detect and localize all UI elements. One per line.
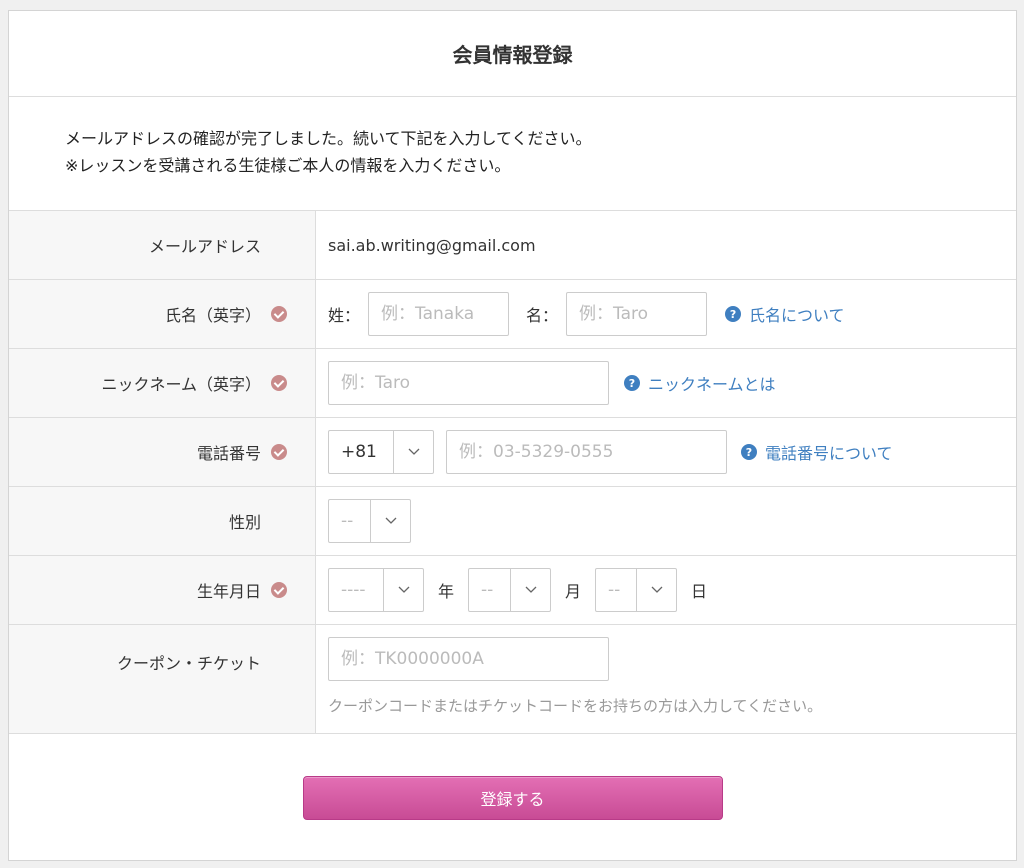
birthday-label-cell: 生年月日 bbox=[9, 556, 316, 624]
required-check-icon bbox=[271, 582, 287, 598]
email-label: メールアドレス bbox=[148, 237, 261, 256]
coupon-value-cell: クーポンコードまたはチケットコードをお持ちの方は入力してください。 bbox=[316, 625, 1016, 733]
country-code-value: +81 bbox=[341, 442, 377, 462]
name-help-link[interactable]: ? 氏名について bbox=[725, 302, 845, 326]
name-help-text: 氏名について bbox=[749, 306, 845, 325]
phone-input[interactable] bbox=[459, 442, 726, 462]
intro-message: メールアドレスの確認が完了しました。続いて下記を入力してください。 ※レッスンを… bbox=[9, 97, 1016, 210]
chevron-down-icon bbox=[393, 431, 433, 473]
phone-label-cell: 電話番号 bbox=[9, 418, 316, 486]
gender-select[interactable]: -- bbox=[328, 499, 411, 543]
required-check-icon bbox=[271, 444, 287, 460]
birth-month-value: -- bbox=[481, 580, 494, 600]
gender-row: 性別 -- bbox=[9, 487, 1016, 556]
email-row: メールアドレス sai.ab.writing@gmail.com bbox=[9, 211, 1016, 280]
email-label-cell: メールアドレス bbox=[9, 211, 316, 279]
nickname-label-cell: ニックネーム（英字） bbox=[9, 349, 316, 417]
birth-day-select[interactable]: -- bbox=[595, 568, 678, 612]
birth-day-value: -- bbox=[608, 580, 621, 600]
phone-label: 電話番号 bbox=[196, 444, 261, 463]
birthday-row: 生年月日 ---- 年 -- 月 -- 日 bbox=[9, 556, 1016, 625]
chevron-down-icon bbox=[510, 569, 550, 611]
chevron-down-icon bbox=[370, 500, 410, 542]
gender-label-cell: 性別 bbox=[9, 487, 316, 555]
coupon-label: クーポン・チケット bbox=[116, 654, 261, 673]
birthday-label: 生年月日 bbox=[196, 582, 261, 601]
last-name-input-box[interactable] bbox=[368, 292, 510, 336]
birth-year-select[interactable]: ---- bbox=[328, 568, 424, 612]
registration-form: メールアドレス sai.ab.writing@gmail.com 氏名（英字） … bbox=[9, 210, 1016, 734]
register-button[interactable]: 登録する bbox=[302, 776, 723, 820]
name-label: 氏名（英字） bbox=[164, 306, 261, 325]
registration-card: 会員情報登録 メールアドレスの確認が完了しました。続いて下記を入力してください。… bbox=[8, 10, 1017, 861]
nickname-help-link[interactable]: ? ニックネームとは bbox=[624, 371, 776, 395]
coupon-label-cell: クーポン・チケット bbox=[9, 625, 316, 733]
nickname-row: ニックネーム（英字） ? ニックネームとは bbox=[9, 349, 1016, 418]
intro-line-2: ※レッスンを受講される生徒様ご本人の情報を入力ください。 bbox=[65, 156, 511, 175]
chevron-down-icon bbox=[636, 569, 676, 611]
last-name-label: 姓： bbox=[328, 306, 361, 325]
month-unit-label: 月 bbox=[565, 582, 582, 601]
question-circle-icon: ? bbox=[624, 375, 640, 391]
coupon-input-box[interactable] bbox=[328, 637, 609, 681]
birthday-value-cell: ---- 年 -- 月 -- 日 bbox=[316, 556, 1016, 624]
phone-row: 電話番号 +81 ? 電話番号について bbox=[9, 418, 1016, 487]
coupon-note: クーポンコードまたはチケットコードをお持ちの方は入力してください。 bbox=[328, 697, 823, 715]
submit-area: 登録する bbox=[9, 734, 1016, 820]
phone-input-box[interactable] bbox=[446, 430, 727, 474]
nickname-value-cell: ? ニックネームとは bbox=[316, 349, 1016, 417]
nickname-label: ニックネーム（英字） bbox=[101, 375, 261, 394]
intro-line-1: メールアドレスの確認が完了しました。続いて下記を入力してください。 bbox=[65, 129, 592, 148]
question-circle-icon: ? bbox=[741, 444, 757, 460]
first-name-label: 名： bbox=[526, 306, 559, 325]
nickname-input[interactable] bbox=[341, 373, 608, 393]
question-circle-icon: ? bbox=[725, 306, 742, 322]
name-value-cell: 姓： 名： ? 氏名について bbox=[316, 280, 1016, 348]
email-value-cell: sai.ab.writing@gmail.com bbox=[316, 211, 1016, 279]
last-name-input[interactable] bbox=[381, 304, 509, 324]
chevron-down-icon bbox=[383, 569, 423, 611]
coupon-input[interactable] bbox=[341, 649, 608, 669]
year-unit-label: 年 bbox=[438, 582, 455, 601]
phone-help-text: 電話番号について bbox=[765, 444, 893, 463]
required-check-icon bbox=[271, 306, 287, 322]
email-value: sai.ab.writing@gmail.com bbox=[328, 235, 536, 255]
page-header: 会員情報登録 bbox=[9, 11, 1016, 97]
gender-value-cell: -- bbox=[316, 487, 1016, 555]
required-check-icon bbox=[271, 375, 287, 391]
gender-label: 性別 bbox=[228, 513, 261, 532]
nickname-input-box[interactable] bbox=[328, 361, 609, 405]
name-row: 氏名（英字） 姓： 名： ? 氏名について bbox=[9, 280, 1016, 349]
day-unit-label: 日 bbox=[691, 582, 708, 601]
phone-help-link[interactable]: ? 電話番号について bbox=[741, 440, 893, 464]
birth-year-value: ---- bbox=[341, 580, 366, 600]
first-name-input-box[interactable] bbox=[566, 292, 708, 336]
page-title: 会員情報登録 bbox=[452, 43, 573, 67]
nickname-help-text: ニックネームとは bbox=[648, 375, 776, 394]
first-name-input[interactable] bbox=[579, 304, 707, 324]
gender-value: -- bbox=[341, 511, 354, 531]
country-code-select[interactable]: +81 bbox=[328, 430, 434, 474]
name-label-cell: 氏名（英字） bbox=[9, 280, 316, 348]
phone-value-cell: +81 ? 電話番号について bbox=[316, 418, 1016, 486]
register-button-label: 登録する bbox=[480, 790, 545, 809]
coupon-row: クーポン・チケット クーポンコードまたはチケットコードをお持ちの方は入力してくだ… bbox=[9, 625, 1016, 733]
birth-month-select[interactable]: -- bbox=[468, 568, 552, 612]
